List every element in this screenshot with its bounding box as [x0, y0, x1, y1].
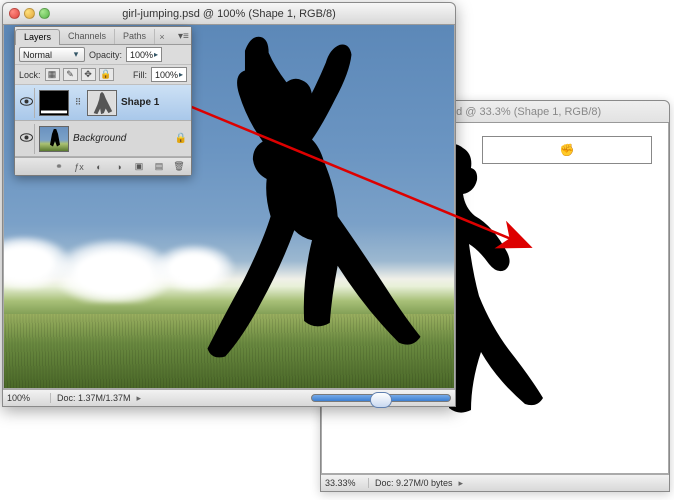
- opacity-value: 100%: [130, 50, 153, 60]
- panel-menu-icon[interactable]: ▾≡: [175, 29, 191, 44]
- eye-icon: [20, 97, 33, 108]
- tab-paths[interactable]: Paths: [115, 29, 155, 44]
- window-title: girl-jumping.psd @ 100% (Shape 1, RGB/8): [3, 8, 455, 20]
- fill-label: Fill:: [133, 70, 147, 80]
- layer-thumbnail[interactable]: [39, 90, 69, 116]
- fill-field[interactable]: 100% ▸: [151, 67, 187, 82]
- delete-layer-icon[interactable]: 🗑: [171, 160, 187, 173]
- panel-close-icon[interactable]: ×: [155, 30, 169, 44]
- drag-drop-target[interactable]: ✊: [482, 136, 652, 164]
- lock-icon: 🔒: [175, 133, 187, 144]
- tab-channels[interactable]: Channels: [60, 29, 115, 44]
- link-layers-icon[interactable]: ⚭: [51, 160, 67, 173]
- layer-name[interactable]: Shape 1: [121, 97, 159, 108]
- blend-mode-select[interactable]: Normal ▾: [19, 47, 85, 62]
- minimize-button[interactable]: [24, 8, 35, 19]
- layer-thumbnail[interactable]: [39, 126, 69, 152]
- adjustment-layer-icon[interactable]: ◑: [111, 160, 127, 173]
- layer-style-icon[interactable]: ƒx: [71, 160, 87, 173]
- layer-shape-1[interactable]: ⠿ Shape 1: [15, 85, 191, 121]
- opacity-label: Opacity:: [89, 50, 122, 60]
- vector-mask-thumbnail[interactable]: [87, 90, 117, 116]
- visibility-toggle[interactable]: [19, 124, 35, 154]
- blend-mode-value: Normal: [23, 50, 52, 60]
- close-button[interactable]: [9, 8, 20, 19]
- status-bar: 33.33% Doc: 9.27M/0 bytes ▸: [321, 474, 669, 491]
- panel-tabs: Layers Channels Paths × ▾≡: [15, 27, 191, 45]
- lock-row: Lock: ▦ ✎ ✥ 🔒 Fill: 100% ▸: [15, 65, 191, 85]
- chevron-right-icon: ▸: [179, 70, 183, 79]
- doc-size: Doc: 1.37M/1.37M: [57, 393, 131, 403]
- lock-position-icon[interactable]: ✥: [81, 68, 96, 81]
- status-menu-icon[interactable]: ▸: [137, 393, 142, 404]
- lock-transparency-icon[interactable]: ▦: [45, 68, 60, 81]
- status-menu-icon[interactable]: ▸: [459, 478, 464, 489]
- layer-name[interactable]: Background: [73, 133, 126, 144]
- titlebar[interactable]: girl-jumping.psd @ 100% (Shape 1, RGB/8): [3, 3, 455, 25]
- blend-row: Normal ▾ Opacity: 100% ▸: [15, 45, 191, 65]
- layer-group-icon[interactable]: ▣: [131, 160, 147, 173]
- layer-mask-icon[interactable]: ◐: [91, 160, 107, 173]
- lock-all-icon[interactable]: 🔒: [99, 68, 114, 81]
- horizontal-scrollbar[interactable]: [311, 394, 451, 402]
- layer-background[interactable]: Background 🔒: [15, 121, 191, 157]
- panel-footer: ⚭ ƒx ◐ ◑ ▣ ▤ 🗑: [15, 157, 191, 175]
- layers-panel[interactable]: Layers Channels Paths × ▾≡ Normal ▾ Opac…: [14, 26, 192, 176]
- chevron-right-icon: ▸: [154, 50, 158, 59]
- opacity-field[interactable]: 100% ▸: [126, 47, 162, 62]
- zoom-button[interactable]: [39, 8, 50, 19]
- chevron-down-icon: ▾: [71, 49, 81, 60]
- lock-label: Lock:: [19, 70, 41, 80]
- tab-layers[interactable]: Layers: [15, 29, 60, 45]
- zoom-field[interactable]: 100%: [7, 393, 51, 403]
- silhouette-girl-jumping: [184, 33, 444, 388]
- traffic-lights: [9, 8, 50, 19]
- eye-icon: [20, 133, 33, 144]
- visibility-toggle[interactable]: [19, 88, 35, 118]
- layer-list: ⠿ Shape 1 Background 🔒: [15, 85, 191, 157]
- new-layer-icon[interactable]: ▤: [151, 160, 167, 173]
- doc-size: Doc: 9.27M/0 bytes: [375, 478, 453, 488]
- link-icon: ⠿: [73, 97, 83, 108]
- fill-value: 100%: [155, 70, 178, 80]
- lock-pixels-icon[interactable]: ✎: [63, 68, 78, 81]
- grab-cursor-icon: ✊: [560, 143, 575, 157]
- zoom-field[interactable]: 33.33%: [325, 478, 369, 488]
- status-bar: 100% Doc: 1.37M/1.37M ▸: [3, 389, 455, 406]
